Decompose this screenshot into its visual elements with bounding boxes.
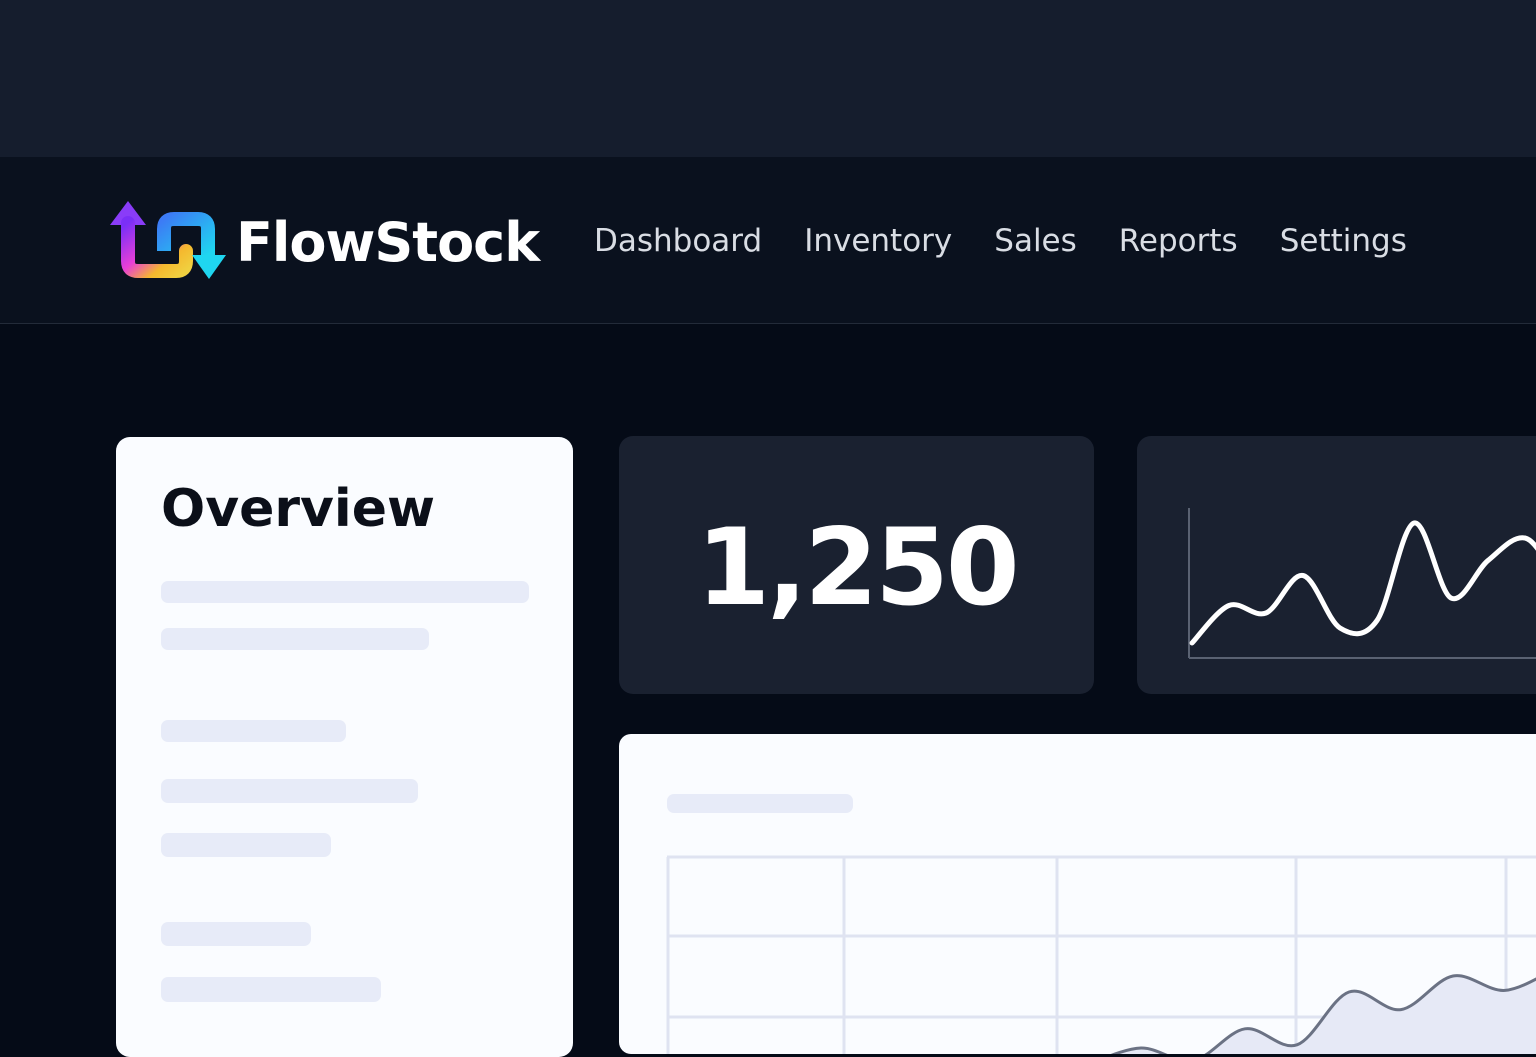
nav-item-inventory[interactable]: Inventory [804,223,952,259]
placeholder-line [161,977,381,1002]
app-name: FlowStock [236,210,540,274]
area-series-fill [1115,975,1536,1054]
stat-value: 1,250 [696,506,1019,629]
main-nav: Dashboard Inventory Sales Reports Settin… [594,219,1449,263]
trend-line-chart [1188,508,1536,659]
nav-item-sales[interactable]: Sales [994,223,1077,259]
placeholder-line [161,779,418,803]
nav-item-settings[interactable]: Settings [1280,223,1407,259]
stat-card[interactable]: 1,250 [619,436,1094,694]
placeholder-line [161,833,331,857]
window-top-bar [0,0,1536,157]
dashboard-content: Overview 1,250 [0,324,1536,1057]
overview-title: Overview [161,479,436,539]
table-grid-chart [666,855,1536,1054]
placeholder-line [161,720,346,742]
trend-series-line [1189,520,1536,646]
placeholder-line [161,922,311,946]
nav-item-dashboard[interactable]: Dashboard [594,223,762,259]
placeholder-line [161,581,529,603]
trend-chart-card[interactable] [1137,436,1536,694]
brand-logo[interactable]: FlowStock [106,197,540,287]
main-navbar: FlowStock Dashboard Inventory Sales Repo… [0,157,1536,324]
placeholder-line [161,628,429,650]
data-table-card [619,734,1536,1054]
flow-arrows-logo-icon [110,201,226,279]
nav-item-reports[interactable]: Reports [1119,223,1238,259]
overview-card: Overview [116,437,573,1057]
